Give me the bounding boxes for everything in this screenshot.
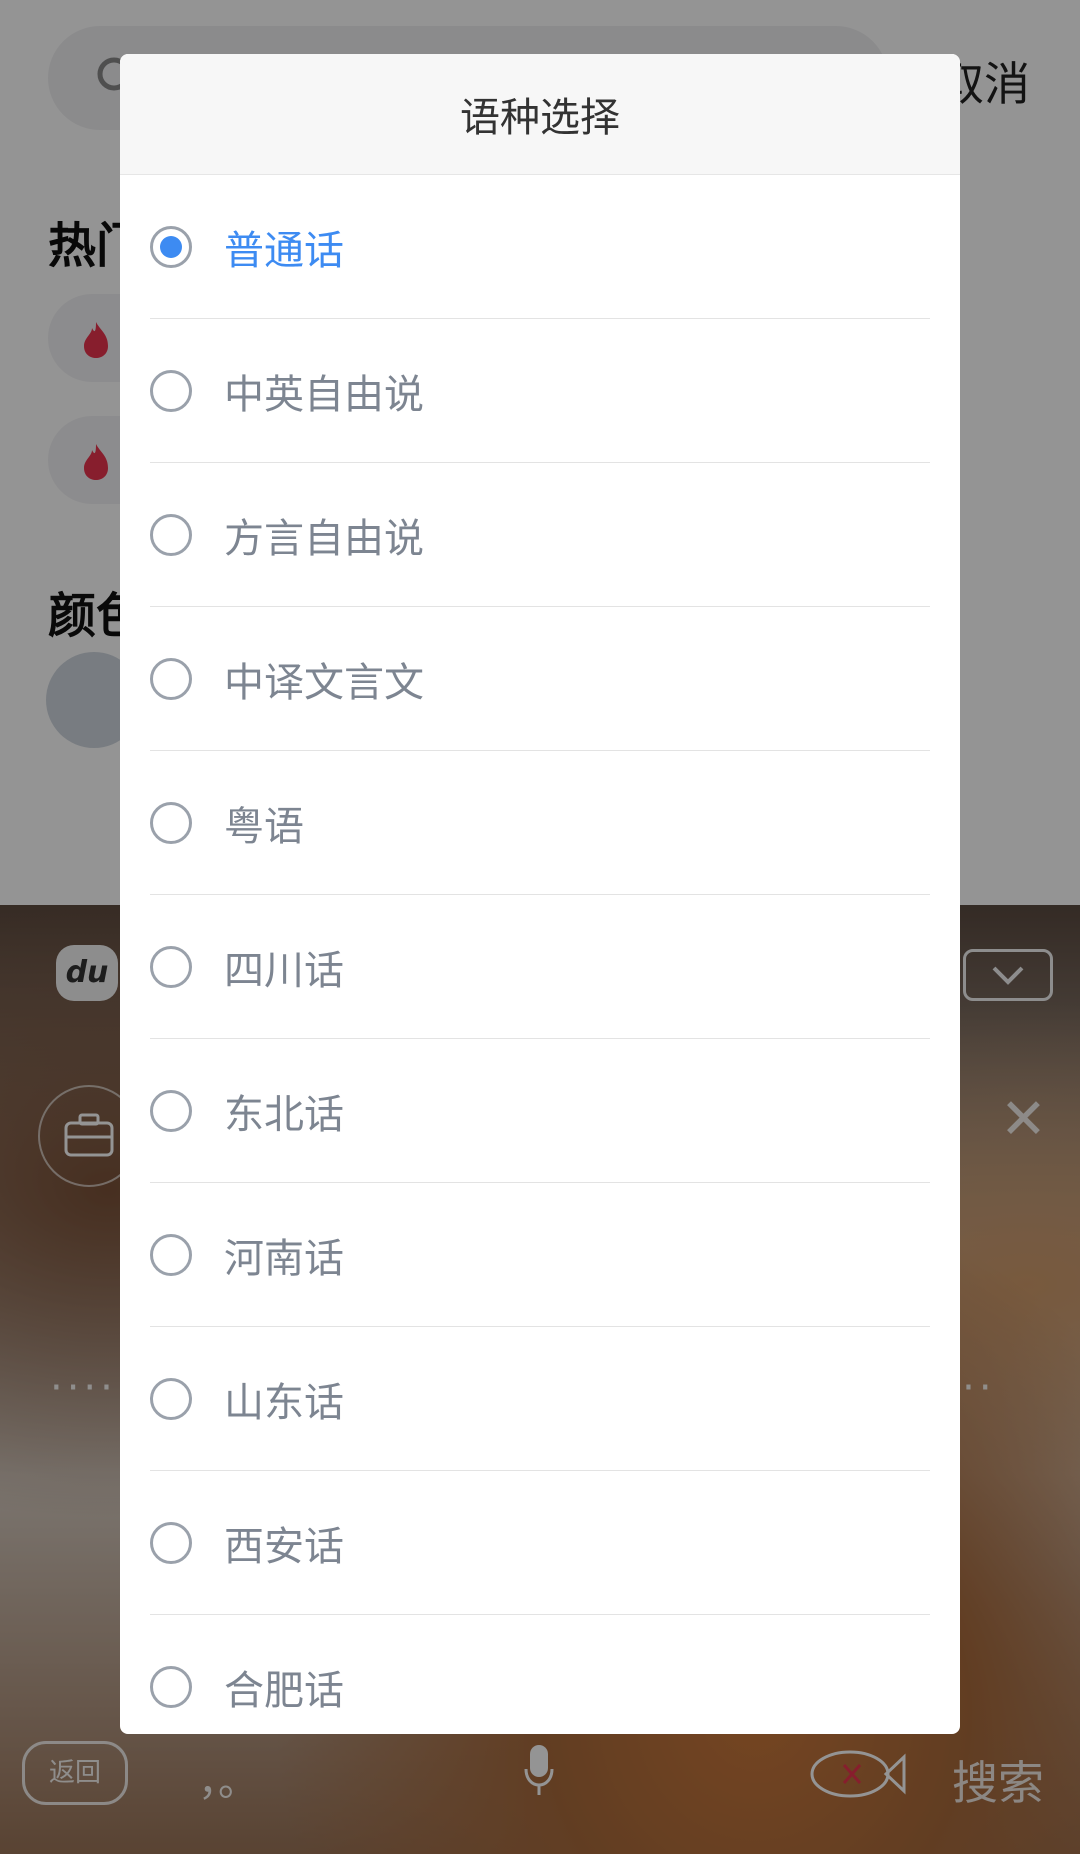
- radio-checked-icon[interactable]: [150, 225, 192, 268]
- radio-unchecked-icon[interactable]: [150, 801, 192, 844]
- language-option[interactable]: 河南话: [150, 1183, 930, 1327]
- language-select-dialog: 语种选择 普通话 中英自由说 方言自由说 中译文言文 粤语 四川话 东北话 河南…: [120, 54, 960, 1734]
- radio-unchecked-icon[interactable]: [150, 1233, 192, 1276]
- option-label: 山东话: [224, 1379, 344, 1426]
- radio-unchecked-icon[interactable]: [150, 945, 192, 988]
- radio-unchecked-icon[interactable]: [150, 1377, 192, 1420]
- radio-unchecked-icon[interactable]: [150, 1666, 192, 1708]
- radio-unchecked-icon[interactable]: [150, 369, 192, 412]
- language-option[interactable]: 中英自由说: [150, 319, 930, 463]
- radio-unchecked-icon[interactable]: [150, 1521, 192, 1564]
- dialog-header: 语种选择: [120, 54, 960, 175]
- language-option[interactable]: 方言自由说: [150, 463, 930, 607]
- option-label: 四川话: [224, 947, 344, 994]
- language-option[interactable]: 四川话: [150, 895, 930, 1039]
- option-label: 粤语: [224, 803, 304, 850]
- option-label: 普通话: [224, 227, 344, 274]
- language-option[interactable]: 中译文言文: [150, 607, 930, 751]
- dialog-title: 语种选择: [460, 95, 620, 141]
- option-label: 合肥话: [224, 1668, 344, 1714]
- language-option[interactable]: 合肥话: [150, 1615, 930, 1734]
- option-label: 河南话: [224, 1235, 344, 1282]
- option-label: 东北话: [224, 1091, 344, 1138]
- option-label: 中英自由说: [224, 371, 424, 418]
- radio-unchecked-icon[interactable]: [150, 513, 192, 556]
- radio-unchecked-icon[interactable]: [150, 657, 192, 700]
- language-option[interactable]: 山东话: [150, 1327, 930, 1471]
- option-label: 中译文言文: [224, 659, 424, 706]
- language-option[interactable]: 东北话: [150, 1039, 930, 1183]
- option-label: 方言自由说: [224, 515, 424, 562]
- language-option[interactable]: 粤语: [150, 751, 930, 895]
- option-label: 西安话: [224, 1523, 344, 1570]
- radio-unchecked-icon[interactable]: [150, 1089, 192, 1132]
- language-option[interactable]: 西安话: [150, 1471, 930, 1615]
- language-option[interactable]: 普通话: [150, 175, 930, 319]
- language-option-list: 普通话 中英自由说 方言自由说 中译文言文 粤语 四川话 东北话 河南话 山东话…: [120, 175, 960, 1734]
